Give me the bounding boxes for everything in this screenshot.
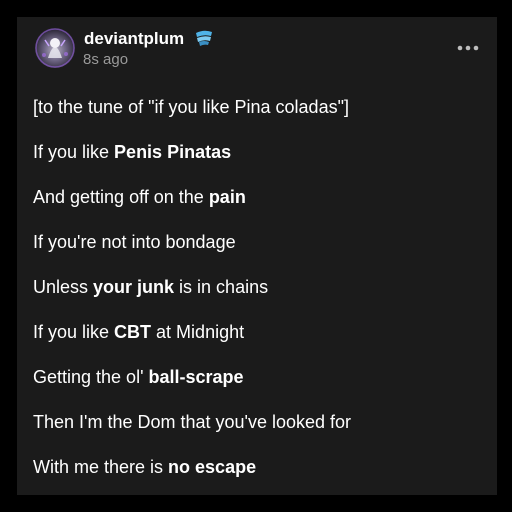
post-line: Then I'm the Dom that you've looked for [33,410,351,434]
post-line-text: If you're not into bondage [33,232,236,252]
post-line-text: If you like [33,322,115,342]
post-line-text: [to the tune of "if you like Pina colada… [33,97,349,117]
post-line-text: Unless [33,277,94,297]
post-line-text: at Midnight [151,322,245,342]
post-line-text: Then I'm the Dom that you've looked for [33,412,352,432]
post-line-bold-text: no escape [168,457,257,477]
post-line-text: With me there is [33,457,169,477]
post-line-text: is in chains [174,277,269,297]
post-line-bold-text: ball-scrape [148,367,244,387]
post-timestamp: 8s ago [83,51,129,68]
post-line: If you like Penis Pinatas [33,140,231,164]
post-line-bold-text: Penis Pinatas [114,142,232,162]
post-line-text: And getting off on the [33,187,209,207]
post-card: deviantplum 8s ago [to the tune of "if y… [17,17,497,495]
avatar-image [35,28,75,68]
more-options-icon[interactable] [456,41,480,53]
post-line: And getting off on the pain [33,185,246,209]
post-line: With me there is no escape [33,455,256,479]
post-line-bold-text: your junk [93,277,175,297]
post-line: [to the tune of "if you like Pina colada… [33,95,349,119]
post-line: Unless your junk is in chains [33,275,268,299]
post-line-text: Getting the ol' [33,367,149,387]
post-line-text: If you like [33,142,115,162]
avatar[interactable] [35,28,75,68]
username[interactable]: deviantplum [84,29,184,49]
post-line: Getting the ol' ball-scrape [33,365,244,389]
post-line: If you're not into bondage [33,230,236,254]
post-line-bold-text: CBT [114,322,152,342]
badge-icon [194,29,214,47]
post-line-bold-text: pain [208,187,246,207]
post-line: If you like CBT at Midnight [33,320,244,344]
